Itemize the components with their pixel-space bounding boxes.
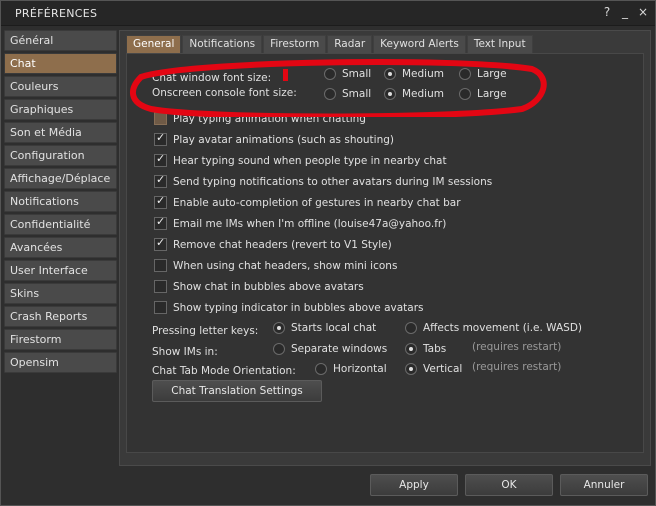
sidebar-item-skins[interactable]: Skins [4,283,117,304]
sidebar-item-crash-reports[interactable]: Crash Reports [4,306,117,327]
remove-chat-headers-checkbox[interactable] [154,236,167,251]
minimize-icon[interactable]: _ [619,5,631,19]
affects-movement-option[interactable]: Affects movement (i.e. WASD) [405,322,582,334]
sidebar-item-chat[interactable]: Chat [4,53,117,74]
annotation-mark [283,69,288,81]
footer-bar: Apply OK Annuler [119,467,651,503]
sidebar-item-firestorm[interactable]: Firestorm [4,329,117,350]
tabs-radio[interactable] [405,343,417,355]
auto-complete-gestures-checkbox[interactable] [154,194,167,209]
show-ims-label: Show IMs in: [152,346,218,358]
auto-complete-gestures-option[interactable]: Enable auto-completion of gestures in ne… [154,194,461,209]
chat-translation-settings-button[interactable]: Chat Translation Settings [152,380,322,402]
tab-orientation-label: Chat Tab Mode Orientation: [152,365,296,377]
tabs-option[interactable]: Tabs [405,343,446,355]
sidebar-item-general[interactable]: Général [4,30,117,51]
tab-keyword-alerts[interactable]: Keyword Alerts [373,35,466,53]
annotation-ellipse [130,59,547,117]
tab-notifications[interactable]: Notifications [182,35,263,53]
close-icon[interactable]: × [637,5,649,19]
window-title: PRÉFÉRENCES [15,7,98,20]
sidebar-item-user-interface[interactable]: User Interface [4,260,117,281]
separate-windows-option[interactable]: Separate windows [273,343,387,355]
email-offline-ims-option[interactable]: Email me IMs when I'm offline (louise47a… [154,215,446,230]
sidebar-item-notifications[interactable]: Notifications [4,191,117,212]
sidebar-item-display-movement[interactable]: Affichage/Déplace [4,168,117,189]
sidebar-item-opensim[interactable]: Opensim [4,352,117,373]
sidebar-item-graphics[interactable]: Graphiques [4,99,117,120]
sidebar-item-advanced[interactable]: Avancées [4,237,117,258]
hear-typing-sound-checkbox[interactable] [154,152,167,167]
help-icon[interactable]: ? [601,5,613,19]
sidebar-item-configuration[interactable]: Configuration [4,145,117,166]
mini-icons-option[interactable]: When using chat headers, show mini icons [154,259,397,272]
tab-text-input[interactable]: Text Input [466,35,533,53]
horizontal-radio[interactable] [315,363,327,375]
horizontal-option[interactable]: Horizontal [315,363,387,375]
cancel-button[interactable]: Annuler [560,474,648,496]
separate-windows-radio[interactable] [273,343,285,355]
send-typing-notifications-option[interactable]: Send typing notifications to other avata… [154,173,492,188]
title-bar[interactable]: PRÉFÉRENCES ? _ × [1,1,655,26]
send-typing-notifications-checkbox[interactable] [154,173,167,188]
mini-icons-checkbox[interactable] [154,259,167,272]
apply-button[interactable]: Apply [370,474,458,496]
vertical-radio[interactable] [405,363,417,375]
starts-local-chat-radio[interactable] [273,322,285,334]
show-ims-restart-note: (requires restart) [472,341,562,353]
affects-movement-radio[interactable] [405,322,417,334]
typing-indicator-bubbles-option[interactable]: Show typing indicator in bubbles above a… [154,301,424,314]
tab-bar: General Notifications Firestorm Radar Ke… [126,35,534,53]
hear-typing-sound-option[interactable]: Hear typing sound when people type in ne… [154,152,447,167]
preferences-window: PRÉFÉRENCES ? _ × Général Chat Couleurs … [0,0,656,506]
vertical-option[interactable]: Vertical [405,363,462,375]
sidebar: Général Chat Couleurs Graphiques Son et … [4,30,117,375]
chat-bubbles-checkbox[interactable] [154,280,167,293]
play-avatar-animations-option[interactable]: Play avatar animations (such as shouting… [154,131,394,146]
email-offline-ims-checkbox[interactable] [154,215,167,230]
tab-orientation-restart-note: (requires restart) [472,361,562,373]
sidebar-item-privacy[interactable]: Confidentialité [4,214,117,235]
play-avatar-animations-checkbox[interactable] [154,131,167,146]
ok-button[interactable]: OK [465,474,553,496]
sidebar-item-colors[interactable]: Couleurs [4,76,117,97]
starts-local-chat-option[interactable]: Starts local chat [273,322,376,334]
tab-radar[interactable]: Radar [327,35,373,53]
sidebar-item-sound-media[interactable]: Son et Média [4,122,117,143]
tab-firestorm[interactable]: Firestorm [263,35,327,53]
chat-bubbles-option[interactable]: Show chat in bubbles above avatars [154,280,364,293]
red-circle-annotation [130,59,547,117]
tab-general[interactable]: General [126,35,182,53]
typing-indicator-bubbles-checkbox[interactable] [154,301,167,314]
remove-chat-headers-option[interactable]: Remove chat headers (revert to V1 Style) [154,236,392,251]
letter-keys-label: Pressing letter keys: [152,325,259,337]
